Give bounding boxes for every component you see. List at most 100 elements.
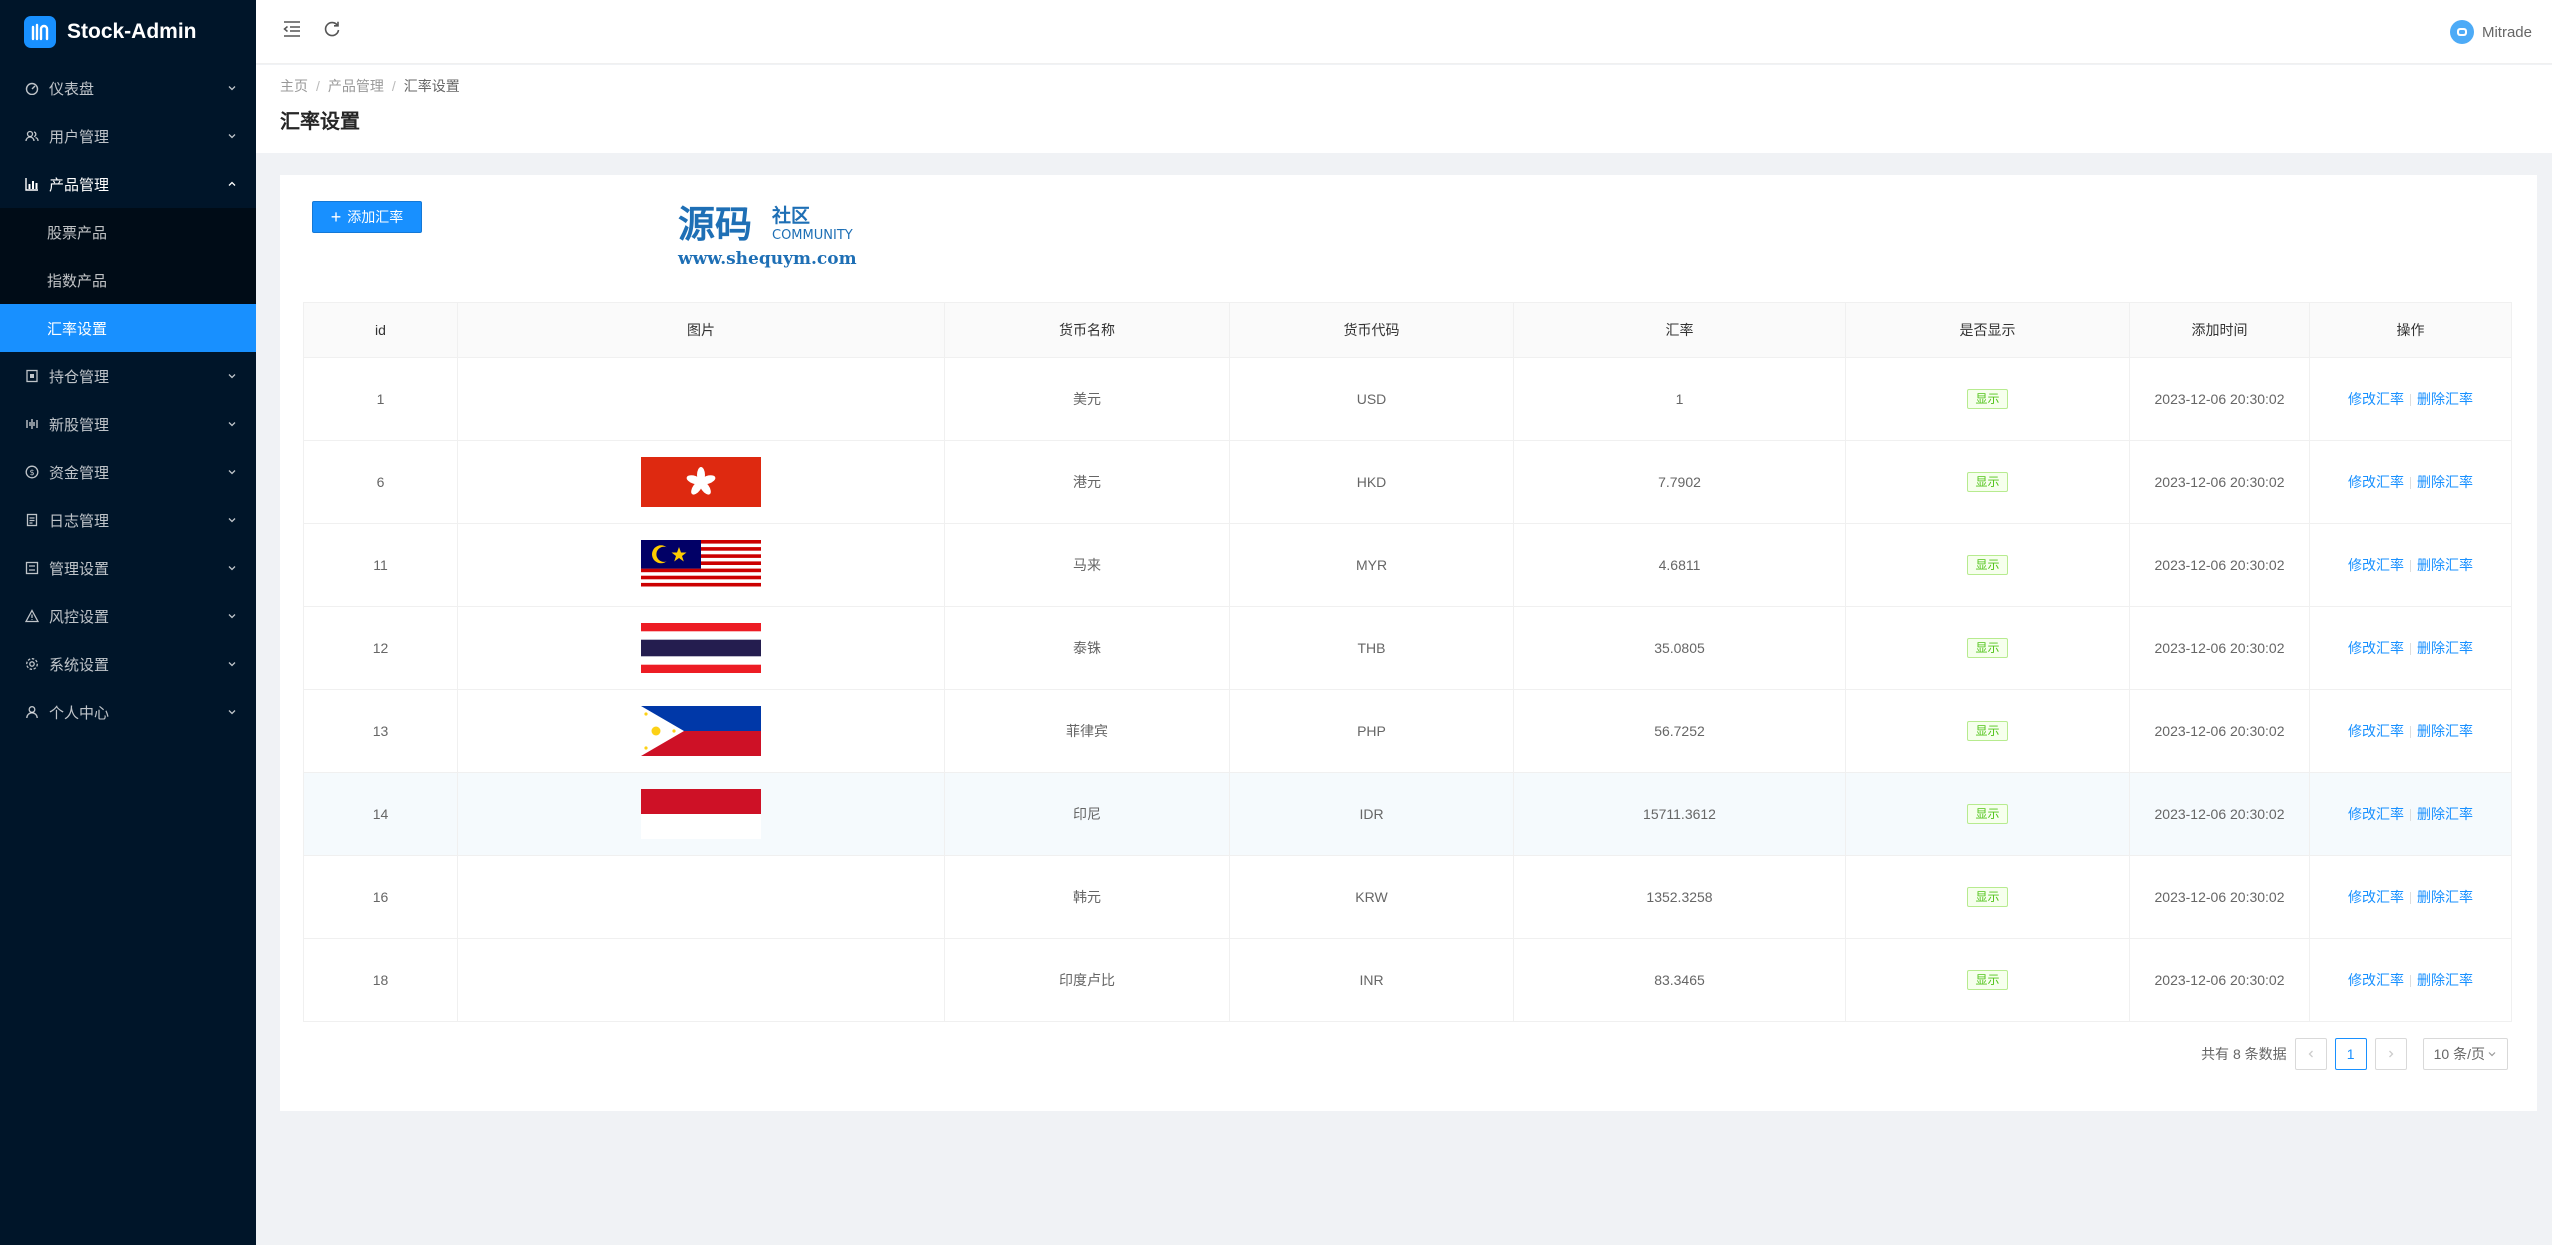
column-header: 货币名称 <box>944 302 1230 358</box>
user-menu[interactable]: Mitrade <box>2449 0 2532 64</box>
page-number-button[interactable]: 1 <box>2334 1038 2367 1070</box>
divider <box>2410 477 2411 490</box>
logo[interactable]: Stock-Admin <box>0 0 256 64</box>
sidebar-item-label: 风控设置 <box>49 608 110 626</box>
page-size-select[interactable]: 10 条/页 <box>2422 1038 2508 1070</box>
edit-rate-link[interactable]: 修改汇率 <box>2348 806 2404 822</box>
sidebar-item-index-products[interactable]: 指数产品 <box>0 256 256 304</box>
cell-time: 2023-12-06 20:30:02 <box>2129 772 2310 856</box>
column-header: 图片 <box>457 302 945 358</box>
cell-id: 16 <box>303 855 458 939</box>
cell-show: 显示 <box>1845 689 2130 773</box>
cell-show: 显示 <box>1845 855 2130 939</box>
sidebar-item-label: 个人中心 <box>49 704 110 722</box>
sidebar-item-label: 指数产品 <box>47 272 108 290</box>
sidebar-item-risk-settings[interactable]: 风控设置 <box>0 592 256 640</box>
divider <box>2410 975 2411 988</box>
sidebar-item-logs[interactable]: 日志管理 <box>0 496 256 544</box>
sidebar-item-label: 用户管理 <box>49 128 110 146</box>
divider <box>2410 809 2411 822</box>
dashboard-icon <box>24 80 40 96</box>
cell-time: 2023-12-06 20:30:02 <box>2129 357 2310 441</box>
sidebar-item-users[interactable]: 用户管理 <box>0 112 256 160</box>
delete-rate-link[interactable]: 删除汇率 <box>2417 391 2473 407</box>
cell-show: 显示 <box>1845 357 2130 441</box>
breadcrumb-products[interactable]: 产品管理 <box>328 76 384 96</box>
breadcrumb-separator: / <box>391 78 396 94</box>
edit-rate-link[interactable]: 修改汇率 <box>2348 972 2404 988</box>
chevron-down-icon <box>226 610 238 622</box>
delete-rate-link[interactable]: 删除汇率 <box>2417 474 2473 490</box>
cell-actions: 修改汇率 删除汇率 <box>2309 938 2512 1022</box>
delete-rate-link[interactable]: 删除汇率 <box>2417 806 2473 822</box>
flag-hong-kong-icon <box>641 457 761 507</box>
sidebar-item-admin-settings[interactable]: 管理设置 <box>0 544 256 592</box>
sidebar-item-ipo[interactable]: 新股管理 <box>0 400 256 448</box>
sidebar-item-personal-center[interactable]: 个人中心 <box>0 688 256 736</box>
sidebar-item-label: 仪表盘 <box>49 80 95 98</box>
add-rate-button[interactable]: + 添加汇率 <box>312 201 422 233</box>
cell-actions: 修改汇率 删除汇率 <box>2309 772 2512 856</box>
delete-rate-link[interactable]: 删除汇率 <box>2417 640 2473 656</box>
warning-icon <box>24 608 40 624</box>
table-row: 18 印度卢比 INR 83.3465 显示 2023-12-06 20:30:… <box>303 938 2512 1022</box>
cell-id: 11 <box>303 523 458 607</box>
next-page-button[interactable] <box>2374 1038 2407 1070</box>
delete-rate-link[interactable]: 删除汇率 <box>2417 889 2473 905</box>
cell-show: 显示 <box>1845 440 2130 524</box>
cell-image <box>457 689 945 773</box>
pagination: 共有 8 条数据 1 10 条/页 <box>2201 1038 2508 1070</box>
avatar <box>2449 20 2474 44</box>
table-header-row: id 图片 货币名称 货币代码 汇率 是否显示 添加时间 操作 <box>303 302 2512 358</box>
cell-time: 2023-12-06 20:30:02 <box>2129 523 2310 607</box>
sidebar-item-funds[interactable]: $ 资金管理 <box>0 448 256 496</box>
cell-rate: 83.3465 <box>1513 938 1846 1022</box>
add-rate-button-label: 添加汇率 <box>347 209 404 225</box>
edit-rate-link[interactable]: 修改汇率 <box>2348 391 2404 407</box>
cell-rate: 35.0805 <box>1513 606 1846 690</box>
exchange-rate-table: id 图片 货币名称 货币代码 汇率 是否显示 添加时间 操作 1 美元 USD… <box>303 302 2512 1022</box>
status-badge: 显示 <box>1967 555 2008 575</box>
sidebar-item-label: 资金管理 <box>49 464 110 482</box>
cell-code: PHP <box>1229 689 1514 773</box>
sidebar-item-dashboard[interactable]: 仪表盘 <box>0 64 256 112</box>
logo-icon <box>24 16 56 48</box>
sidebar-item-system-settings[interactable]: 系统设置 <box>0 640 256 688</box>
edit-rate-link[interactable]: 修改汇率 <box>2348 640 2404 656</box>
sidebar-item-positions[interactable]: 持仓管理 <box>0 352 256 400</box>
page-header: 主页 / 产品管理 / 汇率设置 汇率设置 <box>256 65 2552 153</box>
divider <box>2410 643 2411 656</box>
cell-code: KRW <box>1229 855 1514 939</box>
edit-rate-link[interactable]: 修改汇率 <box>2348 474 2404 490</box>
edit-rate-link[interactable]: 修改汇率 <box>2348 723 2404 739</box>
edit-rate-link[interactable]: 修改汇率 <box>2348 889 2404 905</box>
cell-actions: 修改汇率 删除汇率 <box>2309 855 2512 939</box>
breadcrumb-home[interactable]: 主页 <box>280 76 308 96</box>
prev-page-button[interactable] <box>2294 1038 2327 1070</box>
sidebar-item-stock-products[interactable]: 股票产品 <box>0 208 256 256</box>
watermark-url: www.shequym.com <box>677 249 857 269</box>
column-header: 汇率 <box>1513 302 1846 358</box>
sidebar-item-exchange-rate[interactable]: 汇率设置 <box>0 304 256 352</box>
cell-image <box>457 938 945 1022</box>
column-header: id <box>303 302 458 358</box>
divider <box>2410 892 2411 905</box>
position-icon <box>24 368 40 384</box>
refresh-button[interactable] <box>312 12 352 52</box>
breadcrumb-current: 汇率设置 <box>403 78 460 94</box>
page-title: 汇率设置 <box>280 111 360 133</box>
edit-rate-link[interactable]: 修改汇率 <box>2348 557 2404 573</box>
cell-show: 显示 <box>1845 938 2130 1022</box>
delete-rate-link[interactable]: 删除汇率 <box>2417 723 2473 739</box>
status-badge: 显示 <box>1967 389 2008 409</box>
flag-philippines-icon <box>641 706 761 756</box>
cell-code: THB <box>1229 606 1514 690</box>
table-row: 6 港元 HKD 7.7902 显示 2023-12-06 20:30:02 修… <box>303 440 2512 524</box>
delete-rate-link[interactable]: 删除汇率 <box>2417 557 2473 573</box>
sidebar-item-label: 持仓管理 <box>49 368 110 386</box>
menu-fold-button[interactable] <box>272 12 312 52</box>
refresh-icon <box>323 20 341 43</box>
cell-name: 泰铢 <box>944 606 1230 690</box>
sidebar-item-products[interactable]: 产品管理 <box>0 160 256 208</box>
delete-rate-link[interactable]: 删除汇率 <box>2417 972 2473 988</box>
